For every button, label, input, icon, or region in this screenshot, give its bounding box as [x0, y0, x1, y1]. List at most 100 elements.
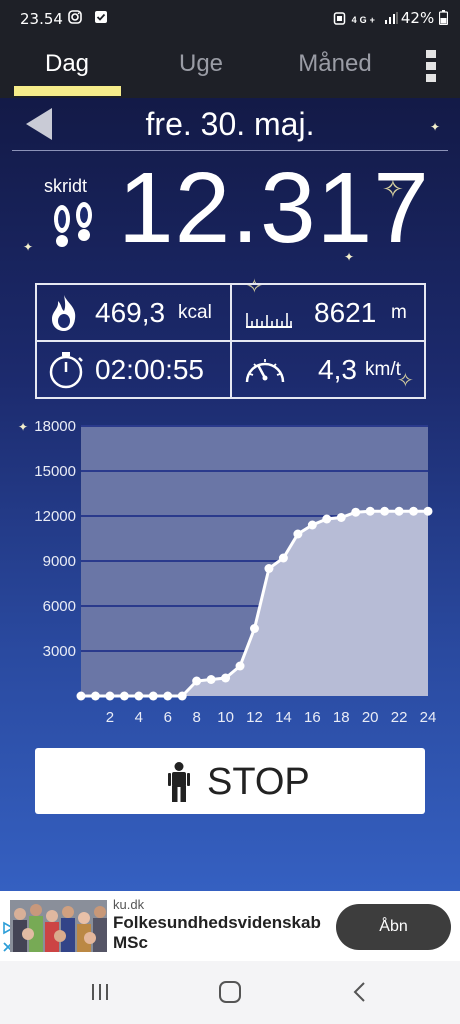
y-tick-label: 3000: [43, 643, 76, 660]
battery-level: 42%: [400, 9, 435, 27]
speed-value: 4,3: [318, 354, 357, 385]
y-tick-label: 9000: [43, 553, 76, 570]
distance-value: 8621: [314, 297, 377, 328]
ad-title: Folkesundhedsvidenskab MSc: [113, 913, 328, 953]
overflow-menu-icon[interactable]: [426, 50, 440, 86]
active-tab-indicator: [14, 86, 121, 96]
ad-source: ku.dk: [113, 897, 145, 912]
data-point: [365, 506, 375, 516]
data-point: [307, 520, 317, 530]
ruler-icon: [246, 313, 292, 328]
tab-month[interactable]: Måned: [270, 50, 400, 78]
status-time: 23.54: [20, 10, 63, 28]
x-tick-label: 10: [217, 709, 234, 726]
data-point: [336, 513, 346, 522]
ad-image: [10, 900, 107, 952]
steps-chart: 3000 6000 9000 12000 15000 18000 2 4 6 8 10 12 14 16 1…: [0, 416, 460, 726]
tab-day[interactable]: Dag: [2, 50, 132, 78]
data-point: [264, 564, 274, 573]
speed-stat: 4,3 km/t: [232, 342, 424, 397]
data-point: [221, 673, 231, 683]
speed-unit: km/t: [365, 359, 401, 380]
steps-chart-svg: 3000600090001200015000180002 4 6 8 10 12 14 16 1…: [34, 418, 437, 726]
duration-value: 02:00:55: [95, 354, 204, 385]
instagram-icon: [68, 10, 82, 24]
data-point: [351, 507, 361, 517]
x-tick-label: 16: [304, 709, 321, 726]
x-tick-label: 18: [333, 709, 350, 726]
main-panel: ✦ ✦ ✦ ✧ ✧ ✧ ✦ fre. 30. maj. skridt 12.31…: [0, 98, 460, 891]
ad-title-line1: Folkesundhedsvidenskab: [113, 913, 321, 932]
data-point: [423, 506, 433, 516]
data-point: [206, 675, 216, 684]
current-date: fre. 30. maj.: [145, 106, 315, 142]
back-icon[interactable]: [344, 978, 376, 1006]
speedometer-icon: [245, 359, 285, 383]
recent-apps-icon[interactable]: [84, 978, 116, 1006]
x-tick-label: 2: [106, 709, 114, 726]
stats-grid: 469,3 kcal 8621 m 02:00:55 4,3 km/t: [35, 283, 426, 399]
signal-icon: [385, 12, 398, 24]
battery-indicator: 42%: [400, 9, 449, 27]
stop-button-label: STOP: [207, 761, 310, 803]
4g-icon: 4G+: [351, 15, 378, 25]
steps-count: 12.317: [118, 152, 430, 264]
home-icon[interactable]: [214, 978, 246, 1006]
period-tabbar: Dag Uge Måned: [0, 38, 460, 98]
distance-stat: 8621 m: [232, 285, 424, 340]
data-point: [148, 691, 158, 701]
data-point: [380, 506, 390, 516]
x-tick-label: 14: [275, 709, 292, 726]
steps-label: skridt: [44, 176, 88, 196]
data-point: [76, 691, 86, 701]
y-tick-label: 6000: [43, 598, 76, 615]
alarm-icon: [333, 12, 345, 25]
data-point: [134, 691, 144, 701]
system-nav-bar: [0, 961, 460, 1024]
duration-stat: 02:00:55: [37, 342, 230, 397]
x-tick-label: 4: [135, 709, 143, 726]
stop-button[interactable]: STOP: [35, 748, 425, 814]
x-tick-label: 22: [391, 709, 408, 726]
data-point: [250, 624, 259, 633]
data-point: [90, 691, 100, 701]
battery-icon: [438, 10, 449, 26]
x-tick-label: 8: [192, 709, 200, 726]
status-system-icons: 4G+: [333, 11, 398, 26]
person-icon: [168, 762, 190, 802]
y-tick-label: 18000: [34, 418, 76, 435]
x-tick-label: 24: [420, 709, 437, 726]
status-bar: 23.54 4G+ 42%: [0, 0, 460, 38]
data-point: [409, 506, 419, 516]
data-point: [235, 661, 245, 671]
data-point: [192, 676, 202, 686]
footprints-icon: [54, 202, 92, 247]
data-point: [322, 514, 332, 524]
y-tick-label: 12000: [34, 508, 76, 525]
x-tick-label: 6: [164, 709, 172, 726]
calories-unit: kcal: [178, 302, 212, 323]
calories-stat: 469,3 kcal: [37, 285, 230, 340]
distance-unit: m: [391, 302, 407, 323]
ad-banner[interactable]: ku.dk Folkesundhedsvidenskab MSc Åbn: [0, 891, 460, 961]
calories-value: 469,3: [95, 297, 166, 328]
data-point: [177, 691, 187, 701]
data-point: [119, 691, 129, 701]
x-tick-label: 12: [246, 709, 263, 726]
date-navigator: fre. 30. maj.: [0, 98, 460, 151]
status-notification-icons: [68, 10, 108, 25]
flame-icon: [52, 295, 76, 331]
tab-week[interactable]: Uge: [136, 50, 266, 78]
data-point: [163, 691, 173, 701]
data-point: [105, 691, 115, 701]
data-point: [293, 529, 303, 539]
x-tick-label: 20: [362, 709, 379, 726]
data-point: [278, 553, 288, 563]
ad-title-line2: MSc: [113, 933, 148, 952]
star-decoration: ✦: [23, 240, 34, 254]
data-point: [394, 506, 404, 516]
stopwatch-icon: [49, 352, 83, 389]
check-icon: [94, 11, 107, 23]
y-tick-label: 15000: [34, 463, 76, 480]
ad-open-button[interactable]: Åbn: [336, 904, 451, 950]
